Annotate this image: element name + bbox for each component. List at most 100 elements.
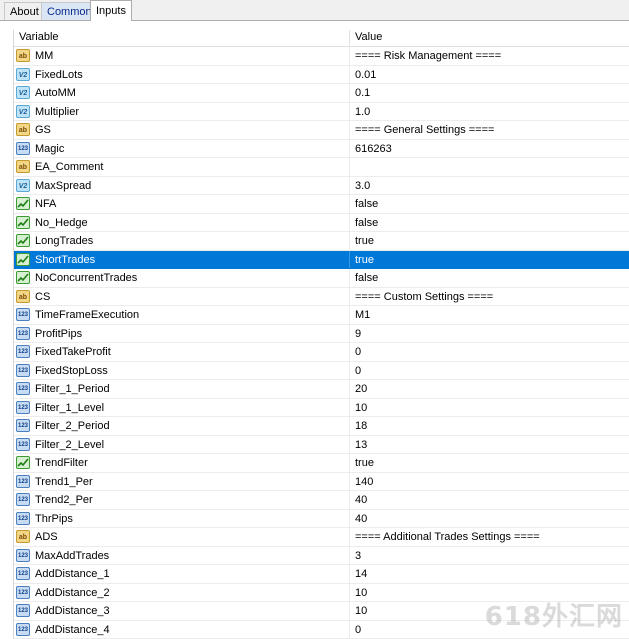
integer-type-icon: 123 bbox=[16, 400, 30, 414]
table-row[interactable]: 123 Filter_1_Level 10 bbox=[14, 398, 629, 417]
table-row[interactable]: 123 MaxAddTrades 3 bbox=[14, 546, 629, 565]
variable-name: ADS bbox=[35, 531, 58, 543]
column-header-value[interactable]: Value bbox=[355, 30, 382, 45]
table-row[interactable]: 123 Filter_2_Level 13 bbox=[14, 435, 629, 454]
integer-type-icon: 123 bbox=[16, 326, 30, 340]
variable-value[interactable]: 40 bbox=[355, 510, 367, 528]
table-row[interactable]: V2 MaxSpread 3.0 bbox=[14, 176, 629, 195]
table-row[interactable]: No_Hedge false bbox=[14, 213, 629, 232]
table-row[interactable]: 123 Trend2_Per 40 bbox=[14, 491, 629, 510]
variable-value[interactable]: 10 bbox=[355, 399, 367, 417]
variable-value[interactable]: 0.01 bbox=[355, 66, 376, 84]
table-row[interactable]: 123 Magic 616263 bbox=[14, 139, 629, 158]
table-row[interactable]: 123 ThrPips 40 bbox=[14, 509, 629, 528]
variable-name: AddDistance_4 bbox=[35, 623, 110, 636]
table-row[interactable]: V2 AutoMM 0.1 bbox=[14, 84, 629, 103]
variable-value[interactable]: false bbox=[355, 195, 378, 213]
table-row[interactable]: 123 AddDistance_3 10 bbox=[14, 602, 629, 621]
table-row[interactable]: 123 AddDistance_4 0 bbox=[14, 620, 629, 639]
variable-value[interactable]: true bbox=[355, 454, 374, 472]
cell-divider bbox=[349, 602, 350, 620]
tab-inputs[interactable]: Inputs bbox=[90, 0, 132, 21]
table-row[interactable]: NoConcurrentTrades false bbox=[14, 269, 629, 288]
table-row[interactable]: ab MM ==== Risk Management ==== bbox=[14, 47, 629, 66]
cell-divider bbox=[349, 287, 350, 305]
cell-divider bbox=[349, 158, 350, 176]
variable-name: MM bbox=[35, 50, 54, 62]
variable-name: FixedStopLoss bbox=[35, 364, 108, 377]
variable-name: ProfitPips bbox=[35, 327, 83, 340]
variable-value[interactable]: ==== General Settings ==== bbox=[355, 121, 494, 139]
integer-type-icon: 123 bbox=[16, 474, 30, 488]
variable-name: ShortTrades bbox=[35, 253, 96, 266]
table-row[interactable]: TrendFilter true bbox=[14, 454, 629, 473]
table-row[interactable]: ab GS ==== General Settings ==== bbox=[14, 121, 629, 140]
variable-value[interactable]: 0 bbox=[355, 362, 361, 380]
cell-divider bbox=[349, 269, 350, 287]
tab-about[interactable]: About bbox=[4, 2, 45, 20]
variable-value[interactable]: 20 bbox=[355, 380, 367, 398]
cell-divider bbox=[349, 620, 350, 638]
variable-value[interactable]: ==== Risk Management ==== bbox=[355, 47, 501, 65]
table-row[interactable]: NFA false bbox=[14, 195, 629, 214]
variable-value[interactable]: 14 bbox=[355, 565, 367, 583]
cell-divider bbox=[349, 417, 350, 435]
cell-divider bbox=[349, 509, 350, 527]
integer-type-icon: 123 bbox=[16, 419, 30, 432]
variable-value[interactable]: 1.0 bbox=[355, 103, 370, 121]
variable-value[interactable]: false bbox=[355, 269, 378, 287]
table-row[interactable]: 123 TimeFrameExecution M1 bbox=[14, 306, 629, 325]
variable-value[interactable]: 3 bbox=[355, 547, 361, 565]
table-row[interactable]: 123 FixedTakeProfit 0 bbox=[14, 343, 629, 362]
variable-value[interactable]: 10 bbox=[355, 602, 367, 620]
table-row[interactable]: LongTrades true bbox=[14, 232, 629, 251]
cell-divider bbox=[349, 528, 350, 546]
variable-value[interactable]: true bbox=[355, 232, 374, 250]
variable-value[interactable]: 140 bbox=[355, 473, 373, 491]
table-row[interactable]: 123 Trend1_Per 140 bbox=[14, 472, 629, 491]
table-row[interactable]: 123 AddDistance_1 14 bbox=[14, 565, 629, 584]
cell-divider bbox=[349, 454, 350, 472]
variable-value[interactable]: 0.1 bbox=[355, 84, 370, 102]
cell-divider bbox=[349, 250, 350, 268]
variable-name: NFA bbox=[35, 198, 57, 210]
variable-value[interactable]: true bbox=[355, 251, 374, 269]
table-row[interactable]: 123 Filter_2_Period 18 bbox=[14, 417, 629, 436]
variable-value[interactable]: 9 bbox=[355, 325, 361, 343]
variable-name: Magic bbox=[35, 142, 65, 155]
table-row[interactable]: V2 Multiplier 1.0 bbox=[14, 102, 629, 121]
table-row[interactable]: ShortTrades true bbox=[14, 250, 629, 269]
variable-value[interactable]: 18 bbox=[355, 417, 367, 435]
table-row[interactable]: ab CS ==== Custom Settings ==== bbox=[14, 287, 629, 306]
cell-divider bbox=[349, 65, 350, 83]
boolean-type-icon bbox=[16, 197, 30, 210]
integer-type-icon: 123 bbox=[16, 567, 30, 580]
integer-type-icon: 123 bbox=[16, 363, 30, 377]
variable-value[interactable]: false bbox=[355, 214, 378, 232]
table-row[interactable]: 123 ProfitPips 9 bbox=[14, 324, 629, 343]
variable-value[interactable]: ==== Custom Settings ==== bbox=[355, 288, 493, 306]
table-row[interactable]: 123 AddDistance_2 10 bbox=[14, 583, 629, 602]
column-divider[interactable] bbox=[349, 30, 350, 46]
variable-value[interactable]: 10 bbox=[355, 584, 367, 602]
variable-value[interactable]: 0 bbox=[355, 343, 361, 361]
column-header-variable[interactable]: Variable bbox=[19, 30, 59, 45]
table-row[interactable]: ab EA_Comment bbox=[14, 158, 629, 177]
variable-value[interactable]: 3.0 bbox=[355, 177, 370, 195]
string-type-icon: ab bbox=[16, 123, 30, 136]
table-row[interactable]: 123 Filter_1_Period 20 bbox=[14, 380, 629, 399]
table-row[interactable]: V2 FixedLots 0.01 bbox=[14, 65, 629, 84]
variable-value[interactable]: 40 bbox=[355, 491, 367, 509]
table-row[interactable]: ab ADS ==== Additional Trades Settings ===… bbox=[14, 528, 629, 547]
double-type-icon: V2 bbox=[16, 67, 30, 81]
string-type-icon: ab bbox=[16, 530, 30, 543]
variable-value[interactable]: M1 bbox=[355, 306, 370, 324]
cell-divider bbox=[349, 213, 350, 231]
cell-divider bbox=[349, 176, 350, 194]
variable-name: EA_Comment bbox=[35, 161, 104, 173]
variable-value[interactable]: 13 bbox=[355, 436, 367, 454]
table-row[interactable]: 123 FixedStopLoss 0 bbox=[14, 361, 629, 380]
variable-value[interactable]: ==== Additional Trades Settings ==== bbox=[355, 528, 540, 546]
variable-value[interactable]: 0 bbox=[355, 621, 361, 639]
variable-value[interactable]: 616263 bbox=[355, 140, 392, 158]
